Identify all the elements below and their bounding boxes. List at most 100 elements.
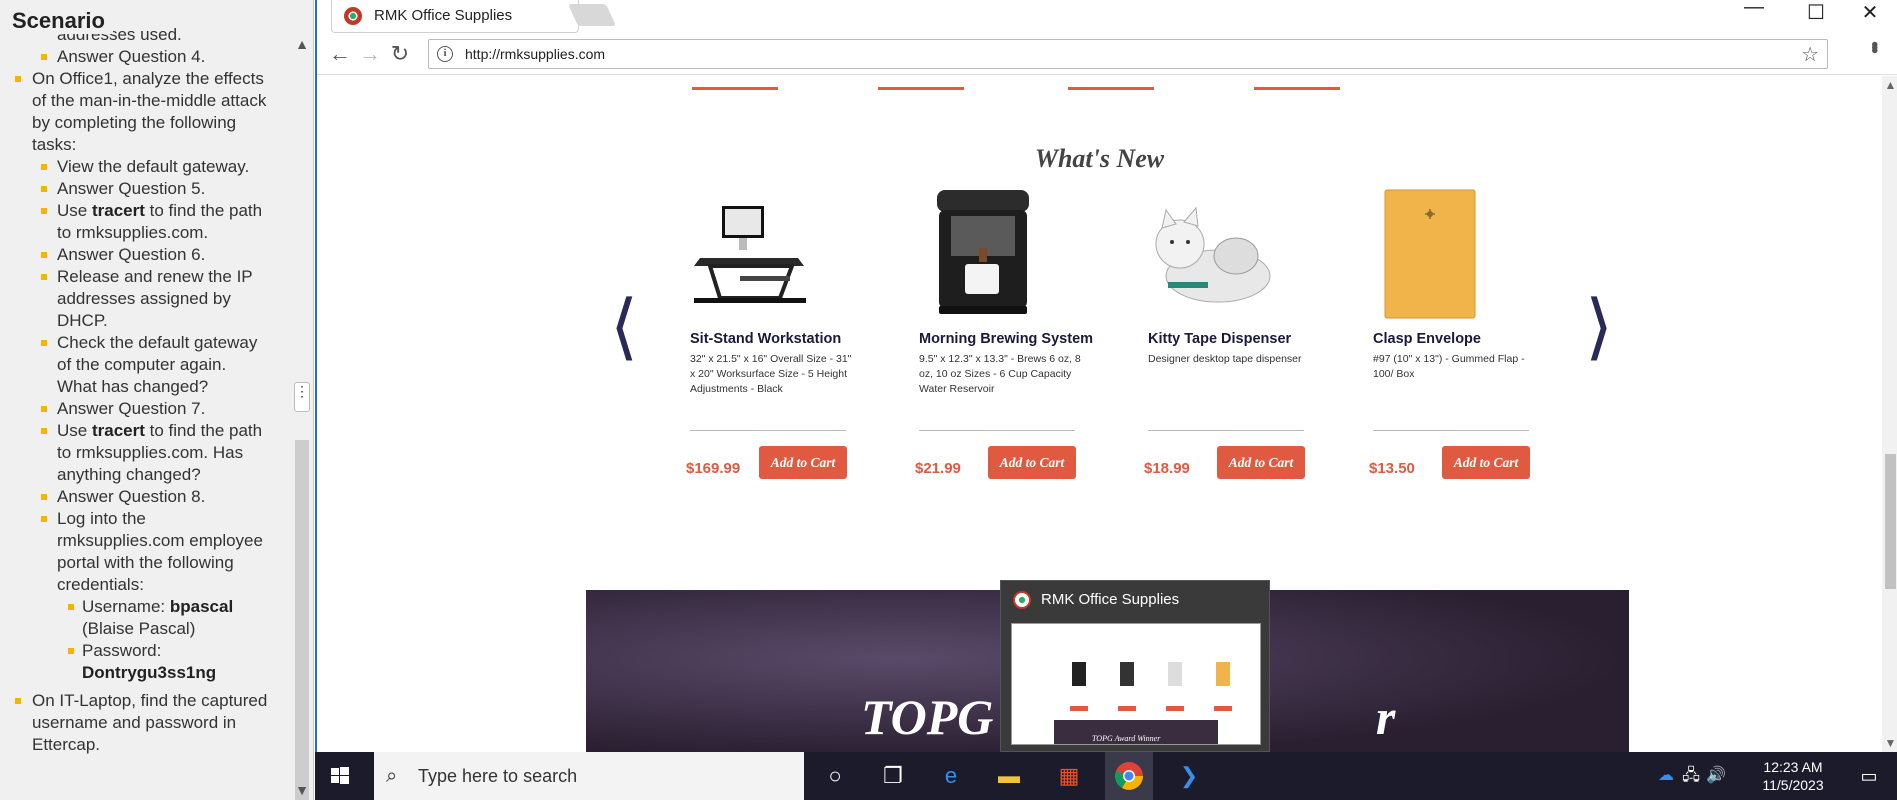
product-description: 9.5" x 12.3" x 13.3" - Brews 6 oz, 8 oz,… bbox=[919, 353, 1081, 395]
banner-heading-tail: r bbox=[1375, 689, 1396, 745]
task-view-icon[interactable]: ❐ bbox=[869, 752, 917, 800]
line-text: View the default gateway. bbox=[57, 157, 250, 176]
scenario-line: Use tracert to find the path bbox=[0, 420, 292, 442]
scenario-line: Answer Question 6. bbox=[0, 244, 292, 266]
chrome-icon[interactable] bbox=[1105, 752, 1153, 800]
scenario-line: by completing the following bbox=[0, 112, 292, 134]
scenario-line: username and password in bbox=[0, 712, 292, 734]
scroll-down-icon[interactable]: ▼ bbox=[1882, 736, 1897, 750]
panel-resize-grip-icon[interactable]: ⋮ bbox=[294, 382, 310, 412]
mini-cart-button bbox=[1070, 706, 1088, 711]
bullet-icon bbox=[41, 274, 47, 280]
bookmark-star-icon[interactable]: ☆ bbox=[1801, 42, 1819, 67]
carousel-next-icon[interactable]: ⟩ bbox=[1585, 290, 1613, 362]
product-name[interactable]: Sit-Stand Workstation bbox=[690, 331, 841, 347]
scenario-line: portal with the following bbox=[0, 552, 292, 574]
edge-browser-icon[interactable]: e bbox=[927, 752, 975, 800]
system-clock[interactable]: 12:23 AM 11/5/2023 bbox=[1753, 758, 1833, 794]
line-text: credentials: bbox=[57, 575, 144, 594]
mini-product-image bbox=[1120, 662, 1134, 686]
coffee-maker-image[interactable] bbox=[909, 186, 1099, 321]
scenario-line: Password: bbox=[0, 640, 292, 662]
windows-logo-icon bbox=[331, 767, 349, 784]
reload-icon[interactable]: ↻ bbox=[385, 41, 415, 67]
desk-image[interactable] bbox=[680, 186, 870, 321]
line-emphasis: tracert bbox=[91, 201, 145, 220]
preview-title: RMK Office Supplies bbox=[1041, 591, 1180, 608]
line-text: Release and renew the IP bbox=[57, 267, 253, 286]
product-description: #97 (10" x 13") - Gummed Flap - 100/ Box bbox=[1373, 353, 1525, 380]
scenario-line: On Office1, analyze the effects bbox=[0, 68, 292, 90]
site-favicon-icon bbox=[1013, 591, 1031, 609]
add-to-cart-button[interactable]: Add to Cart bbox=[988, 446, 1076, 479]
product-card: Sit-Stand Workstation 32" x 21.5" x 16" … bbox=[680, 186, 870, 526]
page-scrollbar[interactable]: ▲ ▼ bbox=[1882, 76, 1897, 752]
product-name[interactable]: Morning Brewing System bbox=[919, 331, 1093, 347]
carousel-prev-icon[interactable]: ⟨ bbox=[610, 290, 638, 362]
back-arrow-icon[interactable]: ← bbox=[325, 41, 355, 67]
minimize-button[interactable]: — bbox=[1731, 0, 1777, 19]
scenario-line: tasks: bbox=[0, 134, 292, 156]
page-scroll-thumb[interactable] bbox=[1885, 454, 1896, 589]
browser-menu-icon[interactable]: ••• bbox=[1862, 41, 1885, 50]
volume-icon[interactable]: 🔊 bbox=[1692, 752, 1740, 800]
prev-row-cart-stub bbox=[692, 76, 778, 90]
add-to-cart-button[interactable]: Add to Cart bbox=[759, 446, 847, 479]
line-text: Answer Question 5. bbox=[57, 179, 206, 198]
scenario-line: Answer Question 4. bbox=[0, 46, 292, 68]
taskbar-search-box[interactable]: ⌕ Type here to search bbox=[374, 752, 804, 800]
scenario-scroll-thumb[interactable] bbox=[295, 440, 309, 800]
preview-screenshot[interactable]: TOPG Award Winner bbox=[1011, 623, 1261, 745]
file-explorer-icon[interactable]: ▬ bbox=[985, 752, 1033, 800]
tape-dispenser-image[interactable] bbox=[1138, 186, 1328, 321]
scenario-panel: addresses used. Answer Question 4. On Offi… bbox=[0, 0, 314, 800]
bullet-icon bbox=[68, 648, 74, 654]
scenario-instructions: addresses used. Answer Question 4. On Offi… bbox=[0, 24, 292, 756]
store-icon[interactable]: ▦ bbox=[1045, 752, 1093, 800]
forward-arrow-icon[interactable]: → bbox=[355, 41, 385, 67]
section-title: What's New bbox=[1034, 144, 1165, 173]
powershell-icon[interactable]: ❯ bbox=[1165, 752, 1213, 800]
address-bar[interactable]: i http://rmksupplies.com ☆ bbox=[428, 39, 1828, 69]
tab-rmk-office-supplies[interactable]: RMK Office Supplies bbox=[331, 0, 579, 33]
maximize-button[interactable]: ☐ bbox=[1793, 0, 1839, 25]
line-text: Answer Question 8. bbox=[57, 487, 206, 506]
cortana-icon[interactable]: ○ bbox=[811, 752, 859, 800]
notifications-icon[interactable]: ▭ bbox=[1845, 752, 1893, 800]
line-text: to find the path bbox=[144, 201, 263, 220]
scroll-down-icon[interactable]: ▼ bbox=[292, 782, 312, 798]
scenario-line: to rmksupplies.com. bbox=[0, 222, 292, 244]
scenario-scrollbar[interactable]: ▲ ▼ bbox=[292, 30, 312, 800]
product-name[interactable]: Clasp Envelope bbox=[1373, 331, 1481, 347]
scroll-up-icon[interactable]: ▲ bbox=[1882, 78, 1897, 92]
line-text: Ettercap. bbox=[32, 735, 101, 754]
scenario-line: anything changed? bbox=[0, 464, 292, 486]
line-text: Use bbox=[57, 421, 92, 440]
product-name[interactable]: Kitty Tape Dispenser bbox=[1148, 331, 1291, 347]
search-placeholder[interactable]: Type here to search bbox=[418, 766, 577, 787]
bullet-icon bbox=[41, 340, 47, 346]
line-text: tasks: bbox=[32, 135, 77, 154]
close-window-button[interactable]: ✕ bbox=[1847, 0, 1893, 25]
line-text: to rmksupplies.com. bbox=[57, 223, 209, 242]
add-to-cart-button[interactable]: Add to Cart bbox=[1442, 446, 1530, 479]
add-to-cart-button[interactable]: Add to Cart bbox=[1217, 446, 1305, 479]
line-text: addresses assigned by bbox=[57, 289, 231, 308]
mini-cart-button bbox=[1118, 706, 1136, 711]
product-price: $13.50 bbox=[1369, 460, 1415, 477]
line-emphasis: tracert bbox=[91, 421, 145, 440]
scenario-line: Ettercap. bbox=[0, 734, 292, 756]
taskbar-window-preview[interactable]: RMK Office Supplies TOPG Award Winner bbox=[1000, 580, 1270, 752]
url-text[interactable]: http://rmksupplies.com bbox=[465, 46, 605, 62]
envelope-image[interactable] bbox=[1363, 186, 1553, 321]
start-button[interactable] bbox=[315, 752, 365, 800]
bullet-icon bbox=[41, 54, 47, 60]
line-text: Password: bbox=[82, 641, 162, 660]
site-info-icon[interactable]: i bbox=[437, 46, 453, 62]
scenario-line: Use tracert to find the path bbox=[0, 200, 292, 222]
mini-product-image bbox=[1072, 662, 1086, 686]
scenario-line: Answer Question 7. bbox=[0, 398, 292, 420]
scroll-up-icon[interactable]: ▲ bbox=[292, 36, 312, 52]
scenario-line: Release and renew the IP bbox=[0, 266, 292, 288]
scenario-line: of the man-in-the-middle attack bbox=[0, 90, 292, 112]
